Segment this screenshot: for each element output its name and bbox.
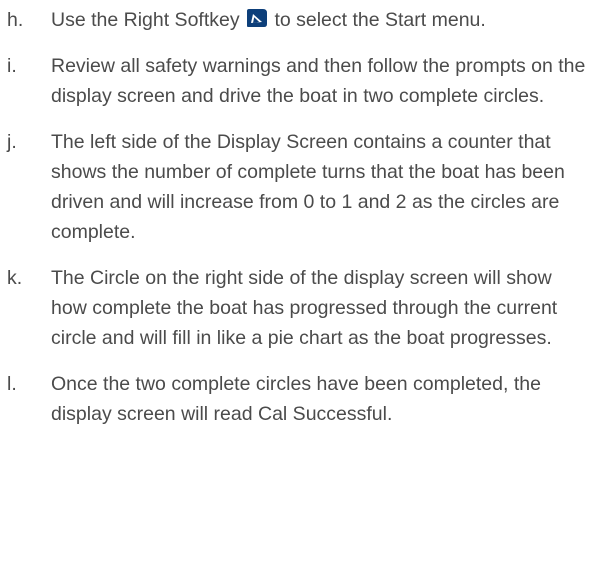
instruction-step-i: i. Review all safety warnings and then f… xyxy=(0,51,590,111)
right-softkey-icon xyxy=(247,9,268,27)
step-letter: h. xyxy=(7,9,24,31)
step-letter: j. xyxy=(7,131,17,153)
step-text: Once the two complete circles have been … xyxy=(51,373,541,425)
instruction-page: h. Use the Right Softkey to select the S… xyxy=(0,0,590,578)
step-text-before-icon: Use the Right Softkey xyxy=(51,9,246,31)
step-letter: l. xyxy=(7,373,17,395)
instruction-step-l: l. Once the two complete circles have be… xyxy=(0,369,590,429)
instruction-step-list: h. Use the Right Softkey to select the S… xyxy=(0,5,590,445)
instruction-step-h: h. Use the Right Softkey to select the S… xyxy=(0,5,590,35)
step-text-after-icon: to select the Start menu. xyxy=(274,9,486,31)
step-text: Use the Right Softkey to select the Star… xyxy=(51,5,587,35)
instruction-step-j: j. The left side of the Display Screen c… xyxy=(0,127,590,247)
instruction-step-k: k. The Circle on the right side of the d… xyxy=(0,263,590,353)
step-letter: k. xyxy=(7,267,23,289)
step-text: The Circle on the right side of the disp… xyxy=(51,267,558,349)
step-letter: i. xyxy=(7,55,17,77)
step-text: The left side of the Display Screen cont… xyxy=(51,131,565,243)
step-text: Review all safety warnings and then foll… xyxy=(51,55,586,107)
